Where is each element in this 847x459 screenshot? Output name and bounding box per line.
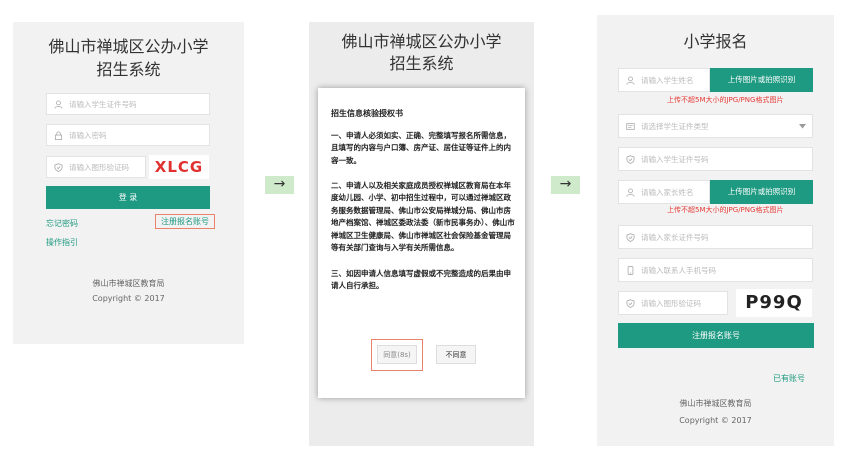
modal-paragraph-1: 一、申请人必须如实、正确、完整填写报名所需信息，且填写的内容与户口簿、房产证、居… <box>331 131 511 165</box>
parent-name-input[interactable]: 请输入家长姓名 <box>618 180 710 204</box>
agree-button[interactable]: 同意(8s) <box>377 345 417 364</box>
doc-type-placeholder: 请选择学生证件类型 <box>641 122 709 131</box>
contact-phone-input[interactable]: 请输入联系人手机号码 <box>618 258 813 282</box>
lock-icon <box>54 131 63 140</box>
captcha-image[interactable]: XLCG <box>149 155 209 179</box>
student-name-placeholder: 请输入学生姓名 <box>641 76 694 85</box>
student-name-input[interactable]: 请输入学生姓名 <box>618 68 710 92</box>
have-account-link[interactable]: 已有账号 <box>773 373 805 384</box>
shield-icon <box>626 233 635 242</box>
student-doc-type-select[interactable]: 请选择学生证件类型 <box>618 114 813 138</box>
registration-footer-org: 佛山市禅城区教育局 <box>679 399 752 408</box>
auth-title-line2: 招生系统 <box>389 54 454 73</box>
shield-icon <box>626 299 635 308</box>
password-placeholder: 请输入密码 <box>69 131 107 140</box>
registration-captcha-placeholder: 请输入图形验证码 <box>641 299 701 308</box>
shield-icon <box>54 163 63 172</box>
user-icon <box>626 76 635 85</box>
user-icon <box>626 188 635 197</box>
disagree-button[interactable]: 不同意 <box>436 345 476 364</box>
student-id-input[interactable]: 请输入学生证件号码 <box>46 93 210 115</box>
student-id-number-placeholder: 请输入学生证件号码 <box>641 155 709 164</box>
chevron-down-icon <box>799 124 806 129</box>
registration-captcha-image[interactable]: P99Q <box>736 289 812 317</box>
card-icon <box>626 123 635 130</box>
phone-icon <box>627 266 634 275</box>
registration-panel: 小学报名 请输入学生姓名 上传图片或拍照识别 上传不超5M大小的JPG/PNG格… <box>597 15 834 446</box>
registration-title: 小学报名 <box>683 32 748 51</box>
student-id-placeholder: 请输入学生证件号码 <box>69 100 137 109</box>
auth-title-line1: 佛山市禅城区公办小学 <box>341 32 502 51</box>
authorization-modal: 招生信息核验授权书 一、申请人必须如实、正确、完整填写报名所需信息，且填写的内容… <box>318 88 525 398</box>
parent-upload-hint: 上传不超5M大小的JPG/PNG格式图片 <box>667 206 784 214</box>
parent-upload-button[interactable]: 上传图片或拍照识别 <box>710 180 813 204</box>
modal-paragraph-3: 三、如因申请人信息填写虚假或不完整造成的后果由申请人自行承担。 <box>331 269 511 291</box>
footer-org: 佛山市禅城区教育局 <box>92 279 165 288</box>
modal-paragraph-2: 二、申请人以及相关家庭成员授权禅城区教育局在本年度幼儿园、小学、初中招生过程中，… <box>331 181 515 253</box>
parent-id-placeholder: 请输入家长证件号码 <box>641 233 709 242</box>
authorization-panel: 佛山市禅城区公办小学 招生系统 招生信息核验授权书 一、申请人必须如实、正确、完… <box>309 22 534 446</box>
student-id-number-input[interactable]: 请输入学生证件号码 <box>618 147 813 171</box>
student-upload-button[interactable]: 上传图片或拍照识别 <box>710 68 813 92</box>
registration-captcha-input[interactable]: 请输入图形验证码 <box>618 291 728 315</box>
register-button[interactable]: 注册报名账号 <box>618 323 814 348</box>
parent-name-placeholder: 请输入家长姓名 <box>641 188 694 197</box>
arrow-right-icon: → <box>551 176 580 194</box>
arrow-right-icon: → <box>265 176 294 194</box>
password-input[interactable]: 请输入密码 <box>46 124 210 146</box>
captcha-input[interactable]: 请输入图形验证码 <box>46 156 146 178</box>
user-icon <box>54 100 63 109</box>
user-guide-link[interactable]: 操作指引 <box>46 237 78 248</box>
shield-icon <box>626 155 635 164</box>
login-title-line2: 招生系统 <box>96 60 161 79</box>
footer-copyright: Copyright © 2017 <box>92 294 165 303</box>
student-upload-hint: 上传不超5M大小的JPG/PNG格式图片 <box>667 96 784 104</box>
register-account-link[interactable]: 注册报名账号 <box>155 214 215 229</box>
forgot-password-link[interactable]: 忘记密码 <box>46 218 78 229</box>
registration-footer-copyright: Copyright © 2017 <box>679 416 752 425</box>
login-panel: 佛山市禅城区公办小学 招生系统 请输入学生证件号码 请输入密码 请输入图形验证码… <box>13 22 244 344</box>
parent-id-input[interactable]: 请输入家长证件号码 <box>618 225 813 249</box>
login-title-line1: 佛山市禅城区公办小学 <box>48 37 209 56</box>
login-button[interactable]: 登 录 <box>46 186 210 209</box>
captcha-placeholder: 请输入图形验证码 <box>69 163 129 172</box>
contact-phone-placeholder: 请输入联系人手机号码 <box>641 266 716 275</box>
modal-heading: 招生信息核验授权书 <box>331 109 403 118</box>
